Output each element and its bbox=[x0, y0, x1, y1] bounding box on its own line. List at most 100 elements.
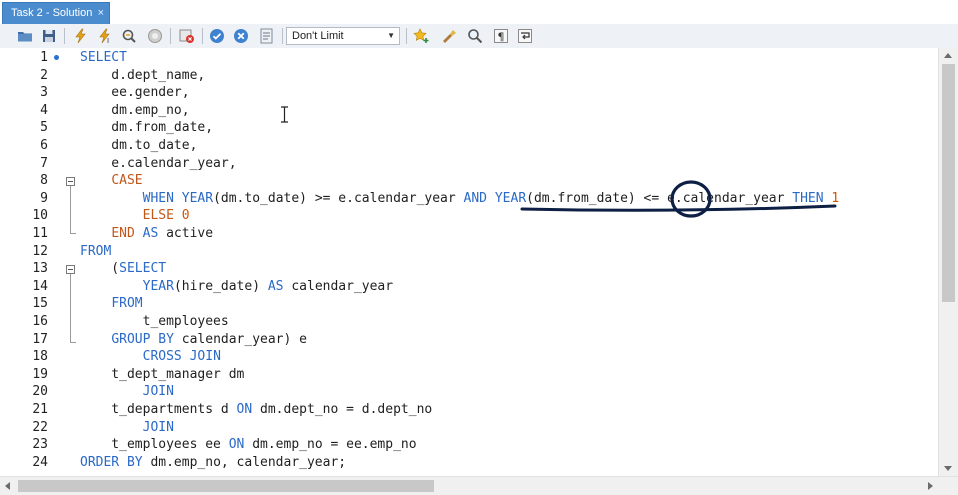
code-line[interactable]: (SELECT bbox=[80, 260, 166, 278]
sql-text: dm.emp_no, bbox=[80, 102, 190, 118]
sql-keyword: CASE bbox=[111, 173, 143, 189]
code-line[interactable]: t_dept_manager dm bbox=[80, 366, 244, 384]
sql-keyword: END bbox=[111, 226, 135, 241]
toggle-error-icon[interactable] bbox=[178, 27, 196, 45]
stop-icon[interactable] bbox=[146, 27, 164, 45]
code-line[interactable]: t_employees ee ON dm.emp_no = ee.emp_no bbox=[80, 436, 416, 454]
sql-keyword: ELSE bbox=[142, 208, 174, 224]
sql-editor-window: Task 2 - Solution × I Don't Limit ▼ ¶ 1 … bbox=[0, 0, 958, 495]
code-line[interactable]: SELECT bbox=[80, 49, 127, 67]
sql-keyword: YEAR bbox=[181, 190, 214, 206]
limit-rows-select[interactable]: Don't Limit ▼ bbox=[286, 27, 400, 45]
vertical-scroll-thumb[interactable] bbox=[942, 64, 955, 302]
wrap-icon[interactable] bbox=[516, 27, 534, 45]
code-line[interactable]: t_employees bbox=[80, 313, 229, 331]
horizontal-scrollbar[interactable] bbox=[0, 476, 958, 495]
limit-rows-value: Don't Limit bbox=[292, 30, 344, 42]
sql-keyword: ORDER BY bbox=[80, 454, 143, 470]
sql-keyword: THEN bbox=[792, 190, 824, 206]
autocommit-icon[interactable] bbox=[258, 27, 276, 45]
save-icon[interactable] bbox=[40, 27, 58, 45]
scroll-left-icon[interactable] bbox=[5, 482, 10, 490]
execute-current-icon[interactable]: I bbox=[96, 27, 114, 45]
fold-guide-end bbox=[70, 233, 76, 234]
code-line[interactable]: FROM bbox=[80, 295, 142, 313]
sql-text: t_employees ee bbox=[80, 437, 229, 453]
sql-text: (dm.from_date) <= e.calendar_year bbox=[526, 190, 793, 206]
code-line[interactable]: WHEN YEAR(dm.to_date) >= e.calendar_year… bbox=[80, 190, 840, 208]
line-number: 13 bbox=[32, 261, 48, 277]
scroll-down-icon[interactable] bbox=[944, 466, 952, 471]
sql-keyword: WHEN bbox=[142, 190, 174, 206]
tab-label: Task 2 - Solution bbox=[11, 7, 93, 19]
sql-text: t_dept_manager dm bbox=[80, 366, 245, 382]
line-number: 17 bbox=[32, 331, 48, 347]
line-number: 10 bbox=[32, 208, 48, 224]
code-line[interactable]: dm.emp_no, bbox=[80, 102, 190, 120]
line-number: 2 bbox=[40, 67, 48, 83]
vertical-scrollbar[interactable] bbox=[938, 48, 958, 476]
commit-icon[interactable] bbox=[208, 27, 226, 45]
sql-text: active bbox=[158, 226, 214, 241]
scroll-right-icon[interactable] bbox=[928, 482, 933, 490]
sql-keyword: SELECT bbox=[119, 261, 167, 277]
code-line[interactable]: dm.to_date, bbox=[80, 137, 197, 155]
sql-keyword: JOIN bbox=[142, 419, 174, 435]
beautify-icon[interactable] bbox=[440, 27, 458, 45]
sql-keyword: JOIN bbox=[142, 384, 174, 400]
line-number: 7 bbox=[40, 155, 48, 171]
line-number: 15 bbox=[32, 296, 48, 312]
sql-keyword: YEAR bbox=[494, 190, 527, 206]
fold-toggle-case[interactable] bbox=[66, 177, 75, 186]
tab-task-2-solution[interactable]: Task 2 - Solution × bbox=[2, 2, 110, 24]
svg-text:¶: ¶ bbox=[498, 31, 505, 44]
open-folder-icon[interactable] bbox=[16, 27, 34, 45]
find-icon[interactable] bbox=[466, 27, 484, 45]
line-number: 3 bbox=[40, 85, 48, 101]
explain-icon[interactable] bbox=[120, 27, 138, 45]
execute-icon[interactable] bbox=[72, 27, 90, 45]
code-line[interactable]: d.dept_name, bbox=[80, 67, 205, 85]
code-line[interactable]: dm.from_date, bbox=[80, 119, 213, 137]
line-number: 14 bbox=[32, 278, 48, 294]
code-area[interactable]: SELECT d.dept_name, ee.gender, dm.emp_no… bbox=[80, 48, 938, 476]
sql-keyword: CROSS JOIN bbox=[142, 349, 221, 365]
line-number-gutter: 1 2 3 4 5 6 7 8 9 10 11 12 13 14 15 16 17 18 19 20 21 22 23 24 bbox=[0, 48, 66, 476]
invisible-chars-icon[interactable]: ¶ bbox=[492, 27, 510, 45]
fold-toggle-subquery[interactable] bbox=[66, 265, 75, 274]
code-line[interactable]: e.calendar_year, bbox=[80, 155, 236, 173]
code-line[interactable]: JOIN bbox=[80, 383, 174, 401]
code-line[interactable]: YEAR(hire_date) AS calendar_year bbox=[80, 278, 393, 296]
code-line[interactable]: t_departments d ON dm.dept_no = d.dept_n… bbox=[80, 401, 432, 419]
code-line[interactable]: ELSE 0 bbox=[80, 207, 190, 225]
code-line[interactable]: FROM bbox=[80, 243, 111, 261]
code-line[interactable]: ee.gender, bbox=[80, 84, 189, 102]
sql-text: (dm.to_date) >= e.calendar_year bbox=[213, 190, 464, 206]
bookmark-icon[interactable] bbox=[412, 27, 430, 45]
line-number: 24 bbox=[32, 454, 48, 470]
code-line[interactable]: JOIN bbox=[80, 419, 174, 437]
sql-keyword: FROM bbox=[80, 243, 112, 259]
scroll-up-icon[interactable] bbox=[944, 53, 952, 58]
code-line[interactable]: GROUP BY calendar_year) e bbox=[80, 331, 307, 349]
sql-keyword: YEAR bbox=[142, 278, 174, 294]
sql-text: calendar_year bbox=[283, 278, 394, 294]
editor-toolbar: I Don't Limit ▼ ¶ bbox=[0, 24, 958, 49]
horizontal-scroll-thumb[interactable] bbox=[18, 480, 434, 492]
fold-guide bbox=[70, 186, 71, 233]
sql-text: calendar_year) e bbox=[173, 331, 307, 347]
sql-number: 0 bbox=[181, 208, 190, 224]
sql-editor[interactable]: 1 2 3 4 5 6 7 8 9 10 11 12 13 14 15 16 17 18 19 20 21 22 23 24 … bbox=[0, 48, 938, 476]
code-line[interactable]: CROSS JOIN bbox=[80, 348, 221, 366]
code-line[interactable]: END AS active bbox=[80, 225, 213, 243]
code-line[interactable]: ORDER BY dm.emp_no, calendar_year; bbox=[80, 454, 346, 472]
close-icon[interactable]: × bbox=[98, 3, 104, 23]
rollback-icon[interactable] bbox=[232, 27, 250, 45]
code-line[interactable]: CASE bbox=[80, 172, 143, 190]
